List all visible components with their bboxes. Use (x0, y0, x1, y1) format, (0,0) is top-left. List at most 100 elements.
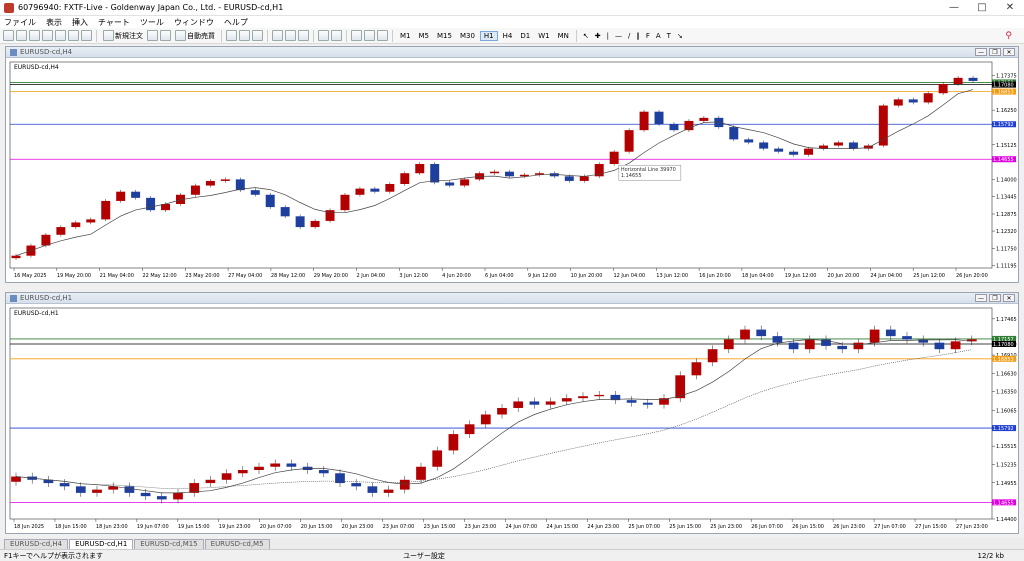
menu-chart[interactable]: チャート (98, 17, 130, 28)
auto-trade-button[interactable]: 自動売買 (173, 30, 217, 41)
chart-shift-icon[interactable] (331, 30, 342, 41)
candle-body (173, 492, 183, 500)
timeframe-mn[interactable]: MN (555, 32, 572, 40)
price-chart-h1[interactable]: EURUSD-cd,H11.174651.171571.170801.16910… (6, 304, 1018, 533)
x-tick-label: 20 Jun 07:00 (260, 524, 292, 530)
tile-windows-icon[interactable] (298, 30, 309, 41)
timeframe-w1[interactable]: W1 (535, 32, 552, 40)
tester-icon[interactable] (81, 30, 92, 41)
new-order-icon (103, 30, 114, 41)
chart-close-button[interactable]: ✕ (1003, 294, 1015, 302)
data-window-icon[interactable] (42, 30, 53, 41)
candle-body (654, 111, 664, 124)
candle-body (146, 197, 156, 211)
app-icon (4, 2, 14, 13)
new-chart-icon[interactable] (3, 30, 14, 41)
indicators-icon[interactable] (351, 30, 362, 41)
chart-restore-button[interactable]: ❐ (989, 48, 1001, 56)
maximize-button[interactable]: □ (968, 0, 996, 16)
toolbar-separator (313, 29, 314, 42)
candle-body (265, 194, 275, 208)
timeframe-m30[interactable]: M30 (457, 32, 478, 40)
x-tick-label: 16 May 2025 (14, 273, 47, 279)
menu-file[interactable]: ファイル (4, 17, 36, 28)
candle-body (626, 400, 637, 403)
menu-view[interactable]: 表示 (46, 17, 62, 28)
y-tick-label: 1.14955 (996, 481, 1017, 487)
zoom-in-icon[interactable] (272, 30, 283, 41)
tab-eurusd-m5[interactable]: EURUSD-cd,M5 (204, 539, 270, 549)
chart-window-buttons: — ❐ ✕ (975, 294, 1018, 302)
candle-body (699, 117, 709, 121)
candlestick-icon[interactable] (239, 30, 250, 41)
candle-body (804, 339, 815, 350)
chart-minimize-button[interactable]: — (975, 48, 987, 56)
x-tick-label: 13 Jun 12:00 (656, 273, 688, 279)
price-tag-label: 1.14655 (993, 500, 1014, 506)
x-tick-label: 26 Jun 23:00 (833, 524, 865, 530)
auto-scroll-icon[interactable] (318, 30, 329, 41)
navigator-icon[interactable] (55, 30, 66, 41)
x-tick-label: 18 Jun 15:00 (55, 524, 87, 530)
chart-minimize-button[interactable]: — (975, 294, 987, 302)
toolbar-separator (575, 29, 577, 42)
crosshair-tool[interactable]: ✚ (593, 32, 603, 40)
market-watch-icon[interactable] (29, 30, 40, 41)
y-tick-label: 1.16350 (996, 390, 1017, 396)
templates-icon[interactable] (377, 30, 388, 41)
bar-chart-icon[interactable] (226, 30, 237, 41)
cursor-tool[interactable]: ↖ (581, 32, 591, 40)
zoom-out-icon[interactable] (285, 30, 296, 41)
candle-body (367, 486, 378, 493)
candle-body (756, 329, 767, 337)
menu-tools[interactable]: ツール (140, 17, 164, 28)
chart-window-title-bar: EURUSD-cd,H1 — ❐ ✕ (6, 293, 1018, 304)
menu-window[interactable]: ウィンドウ (174, 17, 214, 28)
candle-body (789, 151, 799, 155)
channel-tool[interactable]: ‖ (634, 32, 642, 40)
vertical-line-tool[interactable]: | (605, 32, 611, 40)
x-tick-label: 24 Jun 04:00 (870, 273, 902, 279)
x-tick-label: 16 Jun 20:00 (699, 273, 731, 279)
minimize-button[interactable]: — (940, 0, 968, 16)
tab-eurusd-h1[interactable]: EURUSD-cd,H1 (69, 539, 134, 549)
candle-body (116, 191, 126, 201)
fibonacci-tool[interactable]: F (644, 32, 652, 40)
timeframe-h4[interactable]: H4 (500, 32, 516, 40)
price-chart-h4[interactable]: EURUSD-cd,H4 1.17375 1.16250 1.15125 1.14000… (6, 58, 1018, 282)
horizontal-line-tool[interactable]: — (613, 32, 624, 40)
chart-restore-button[interactable]: ❐ (989, 294, 1001, 302)
timeframe-m15[interactable]: M15 (434, 32, 455, 40)
tab-eurusd-h4[interactable]: EURUSD-cd,H4 (4, 539, 69, 549)
timeframe-m5[interactable]: M5 (416, 32, 433, 40)
tab-eurusd-m15[interactable]: EURUSD-cd,M15 (134, 539, 204, 549)
timeframe-h1[interactable]: H1 (479, 30, 498, 41)
line-chart-icon[interactable] (252, 30, 263, 41)
arrows-tool[interactable]: ↘ (675, 32, 685, 40)
periods-icon[interactable] (364, 30, 375, 41)
candle-body (788, 342, 799, 350)
candle-body (893, 99, 903, 106)
menu-insert[interactable]: 挿入 (72, 17, 88, 28)
timeframe-d1[interactable]: D1 (517, 32, 533, 40)
candle-body (460, 179, 470, 186)
signals-icon[interactable] (160, 30, 171, 41)
trendline-tool[interactable]: ∕ (626, 32, 632, 40)
label-tool[interactable]: T (665, 32, 673, 40)
menu-help[interactable]: ヘルプ (224, 17, 248, 28)
candle-body (254, 466, 264, 471)
y-tick-label: 1.16065 (996, 408, 1017, 414)
profiles-icon[interactable] (16, 30, 27, 41)
candle-body (529, 401, 540, 405)
candle-body (490, 171, 500, 174)
candle-body (221, 473, 232, 480)
x-tick-label: 20 Jun 20:00 (828, 273, 860, 279)
search-icon[interactable]: ⚲ (1005, 31, 1012, 41)
metaeditor-icon[interactable] (147, 30, 158, 41)
close-button[interactable]: ✕ (996, 0, 1024, 16)
chart-close-button[interactable]: ✕ (1003, 48, 1015, 56)
terminal-icon[interactable] (68, 30, 79, 41)
timeframe-m1[interactable]: M1 (397, 32, 414, 40)
text-tool[interactable]: A (654, 32, 663, 40)
new-order-button[interactable]: 新規注文 (101, 30, 145, 41)
